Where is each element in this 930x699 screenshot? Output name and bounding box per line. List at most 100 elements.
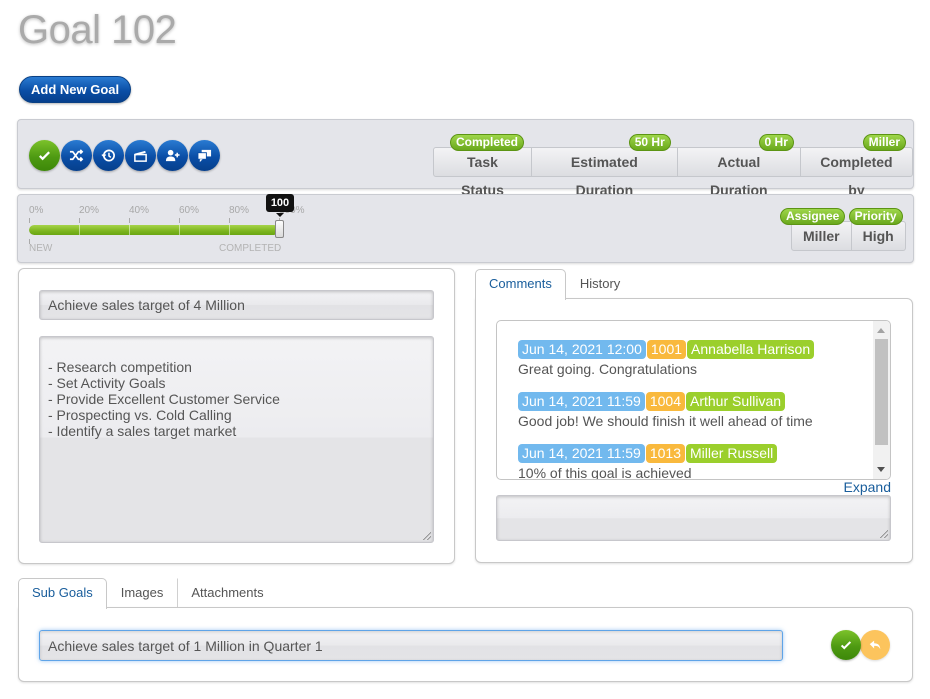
goal-description-text: - Research competition - Set Activity Go… <box>48 359 280 439</box>
comment-item: Jun 14, 2021 12:00 1001 Annabella Harris… <box>518 340 873 378</box>
tab-comments[interactable]: Comments <box>475 269 566 300</box>
progress-tooltip: 100 <box>266 194 294 217</box>
clapperboard-icon <box>134 150 147 162</box>
subgoal-tabs: Sub Goals Images Attachments <box>18 578 278 609</box>
progress-panel: 0%20%40%60%80%100% 100 NEW COMPLETED Mil… <box>17 194 914 263</box>
resize-handle-icon[interactable] <box>423 532 431 540</box>
scroll-down-arrow-icon[interactable] <box>877 467 885 472</box>
complete-button[interactable] <box>29 140 60 171</box>
page-title: Goal 102 <box>18 8 177 52</box>
comment-text: 10% of this goal is achieved <box>518 465 692 480</box>
fill-separator <box>79 225 80 235</box>
comment-list-box: Jun 14, 2021 12:00 1001 Annabella Harris… <box>496 320 891 480</box>
expand-link[interactable]: Expand <box>844 479 891 495</box>
goal-description-textarea[interactable]: - Research competition - Set Activity Go… <box>39 336 434 543</box>
comment-id: 1004 <box>645 392 685 411</box>
add-user-icon <box>165 149 180 162</box>
fill-separator <box>129 225 130 235</box>
fill-separator <box>179 225 180 235</box>
add-new-goal-button[interactable]: Add New Goal <box>19 76 132 103</box>
comment-user: Annabella Harrison <box>687 340 815 359</box>
scroll-up-arrow-icon[interactable] <box>877 328 885 333</box>
comment-id: 1001 <box>646 340 687 359</box>
shuffle-button[interactable] <box>61 140 92 171</box>
scale-tick <box>129 218 130 223</box>
stat-label: Task Status <box>461 154 504 198</box>
history-button[interactable] <box>93 140 124 171</box>
scale-label: 60% <box>179 205 200 216</box>
stat-badge: Completed <box>450 134 525 151</box>
scale-label: 20% <box>79 205 100 216</box>
tab-attachments[interactable]: Attachments <box>177 578 277 608</box>
task-stats: Task Status Completed Estimated Duration… <box>433 134 913 198</box>
comment-item: Jun 14, 2021 11:59 1013 Miller Russell 1… <box>518 444 873 480</box>
fill-separator <box>229 225 230 235</box>
stat-task-status: Task Status Completed <box>433 134 532 198</box>
scale-tick <box>79 218 80 223</box>
comment-date: Jun 14, 2021 12:00 <box>518 340 646 359</box>
stat-estimated-duration: Estimated Duration 50 Hr <box>531 134 678 198</box>
check-icon <box>39 151 50 161</box>
history-icon <box>101 149 115 162</box>
comment-text: Good job! We should finish it well ahead… <box>518 413 813 429</box>
add-user-button[interactable] <box>157 140 188 171</box>
subgoals-card: Achieve sales target of 1 Million in Qua… <box>18 607 913 682</box>
new-comment-textarea[interactable] <box>496 495 891 541</box>
resize-handle-icon[interactable] <box>880 530 888 538</box>
stat-label: Actual Duration <box>710 154 768 198</box>
stat-priority: High Priority <box>848 208 906 251</box>
assignment-stats: Miller Assignee High Priority <box>780 208 906 251</box>
check-icon <box>840 641 852 650</box>
goal-details-card: Achieve sales target of 4 Million - Rese… <box>18 268 455 564</box>
subgoal-actions <box>831 630 890 660</box>
stat-badge: Assignee <box>780 208 846 225</box>
stat-completed-by: Completed by Miller <box>800 134 913 198</box>
stat-label: Completed by <box>820 154 893 198</box>
stat-label: Miller <box>803 228 840 244</box>
subgoal-input[interactable]: Achieve sales target of 1 Million in Qua… <box>39 630 783 661</box>
scale-label: 0% <box>29 205 44 216</box>
progress-track[interactable] <box>29 225 279 235</box>
scale-tick <box>179 218 180 223</box>
comment-list: Jun 14, 2021 12:00 1001 Annabella Harris… <box>518 340 873 480</box>
tab-history[interactable]: History <box>566 269 634 299</box>
scale-tick <box>29 218 30 223</box>
stat-assignee: Miller Assignee <box>780 208 852 251</box>
stat-label: Estimated Duration <box>570 154 638 198</box>
stat-badge: Priority <box>848 208 903 225</box>
stat-actual-duration: Actual Duration 0 Hr <box>677 134 801 198</box>
comment-user: Arthur Sullivan <box>686 392 786 411</box>
progress-handle[interactable] <box>275 220 284 238</box>
comment-tabs: Comments History <box>475 269 634 300</box>
comment-scrollbar[interactable] <box>873 321 890 479</box>
comment-item: Jun 14, 2021 11:59 1004 Arthur Sullivan … <box>518 392 873 430</box>
clapperboard-button[interactable] <box>125 140 156 171</box>
stat-label: High <box>862 228 894 244</box>
scale-tick <box>229 218 230 223</box>
comment-user: Miller Russell <box>686 444 778 463</box>
comment-date: Jun 14, 2021 11:59 <box>518 444 645 463</box>
progress-end-label: COMPLETED <box>219 243 282 254</box>
goal-status-panel: Task Status Completed Estimated Duration… <box>17 119 914 198</box>
progress-fill <box>29 225 279 235</box>
comment-date: Jun 14, 2021 11:59 <box>518 392 645 411</box>
scale-label: 80% <box>229 205 250 216</box>
scale-label: 40% <box>129 205 150 216</box>
save-subgoal-button[interactable] <box>831 630 861 660</box>
stat-badge: 0 Hr <box>758 134 794 151</box>
comment-id: 1013 <box>645 444 685 463</box>
goal-title-input[interactable]: Achieve sales target of 4 Million <box>39 290 434 320</box>
scroll-thumb[interactable] <box>875 339 888 445</box>
comments-card: Jun 14, 2021 12:00 1001 Annabella Harris… <box>475 298 913 563</box>
progress-start-label: NEW <box>29 243 53 254</box>
action-toolbar <box>29 140 220 171</box>
tab-images[interactable]: Images <box>107 578 178 608</box>
shuffle-icon <box>69 149 84 162</box>
undo-subgoal-button[interactable] <box>860 630 890 660</box>
comments-icon <box>197 149 212 163</box>
tab-sub-goals[interactable]: Sub Goals <box>18 578 107 609</box>
comment-text: Great going. Congratulations <box>518 361 697 377</box>
stat-badge: Miller <box>862 134 906 151</box>
stat-badge: 50 Hr <box>628 134 671 151</box>
comments-button[interactable] <box>189 140 220 171</box>
